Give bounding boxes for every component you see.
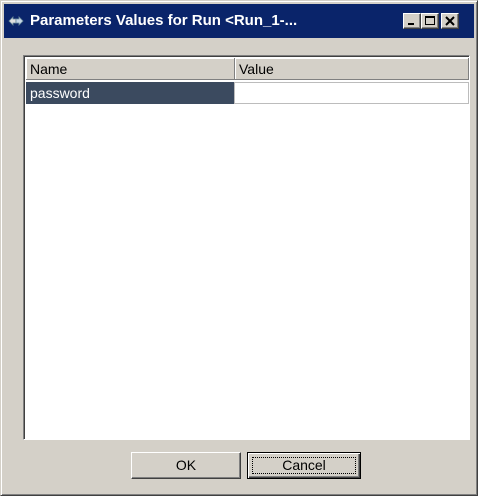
maximize-icon [425,16,435,25]
window-title: Parameters Values for Run <Run_1-... [30,12,298,29]
column-header-value[interactable]: Value [235,58,469,80]
parameter-value-cell[interactable] [234,82,469,104]
close-button[interactable] [441,13,459,29]
column-header-name[interactable]: Name [26,58,235,80]
close-icon [445,16,455,26]
title-bar[interactable]: Parameters Values for Run <Run_1-... [4,4,474,38]
grid-header: Name Value [26,58,469,80]
app-icon [8,13,24,29]
cancel-button-label: Cancel [282,457,326,473]
cancel-button[interactable]: Cancel [247,452,361,479]
parameters-grid: Name Value password [23,55,470,440]
table-row[interactable]: password [26,82,469,104]
maximize-button[interactable] [421,13,439,29]
parameters-values-dialog: Parameters Values for Run <Run_1-... Nam… [0,0,478,496]
parameter-name-cell[interactable]: password [26,82,234,104]
minimize-icon [408,23,414,25]
minimize-button[interactable] [403,13,421,29]
ok-button[interactable]: OK [131,452,241,479]
